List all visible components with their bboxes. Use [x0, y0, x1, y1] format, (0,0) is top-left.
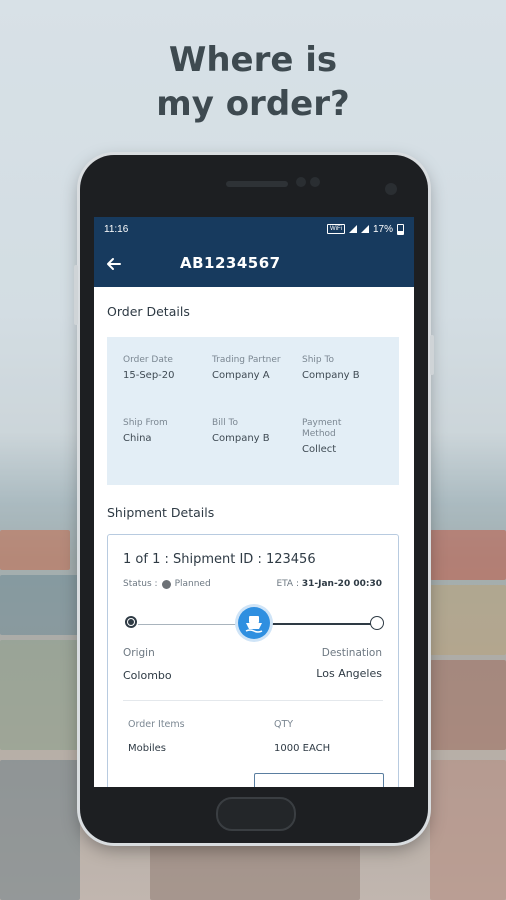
battery-percent: 17% [372, 223, 393, 235]
status-dot-icon [161, 579, 171, 589]
wifi-icon: WiFi [326, 224, 345, 234]
phone-sensor-icon [310, 177, 320, 187]
field-ship-from: Ship From China [123, 418, 213, 444]
destination-value: Los Angeles [316, 667, 382, 680]
app-bar: AB1234567 [94, 241, 414, 287]
destination-label: Destination [321, 647, 382, 659]
field-bill-to: Bill To Company B [212, 418, 302, 444]
eta-value: 31-Jan-20 00:30 [301, 579, 382, 589]
headline: Where is my order? [0, 38, 506, 126]
container-stack [430, 760, 506, 900]
phone-camera-icon [296, 177, 306, 187]
eta-label: ETA : [276, 579, 299, 589]
phone-frame: 11:16 WiFi 17% AB1234567 Order Details O… [74, 155, 434, 843]
origin-node [125, 616, 137, 628]
container-stack [0, 530, 70, 570]
phone-power-button [430, 335, 434, 375]
phone-speaker [226, 181, 288, 187]
container-stack [150, 845, 360, 900]
field-label: Bill To [212, 418, 239, 428]
container-stack [0, 640, 78, 750]
status-bar: 11:16 WiFi 17% [94, 217, 414, 241]
origin-value: Colombo [123, 669, 172, 682]
phone-front-camera-icon [385, 183, 397, 195]
home-button[interactable] [216, 797, 296, 831]
field-order-date: Order Date 15-Sep-20 [123, 355, 213, 381]
qty-value: 1000 EACH [274, 743, 331, 754]
field-trading-partner: Trading Partner Company A [212, 355, 302, 381]
order-items-value: Mobiles [128, 743, 167, 754]
qty-label: QTY [274, 719, 294, 730]
field-value: Company B [302, 370, 360, 381]
signal-icon [348, 225, 357, 233]
field-label: Payment Method [302, 418, 342, 439]
shipment-status: Status : Planned [123, 579, 211, 589]
container-stack [430, 530, 506, 580]
status-time: 11:16 [104, 223, 129, 235]
status-value: Planned [174, 579, 211, 589]
headline-line-2: my order? [156, 84, 350, 124]
shipment-id-value: 123456 [265, 552, 316, 567]
field-value: China [123, 433, 152, 444]
progress-line-done [138, 624, 250, 625]
field-payment-method: Payment Method Collect [302, 418, 362, 455]
container-stack [0, 575, 80, 635]
field-value: 15-Sep-20 [123, 370, 175, 381]
field-value: Company B [212, 433, 270, 444]
progress-line-remaining [268, 623, 378, 625]
status-label: Status : [123, 579, 158, 589]
order-details-heading: Order Details [107, 304, 190, 319]
divider [123, 700, 383, 701]
phone-volume-button [74, 265, 78, 325]
field-label: Trading Partner [212, 355, 281, 365]
shipment-card[interactable]: 1 of 1 : Shipment ID : 123456 Status : P… [107, 534, 399, 787]
shipment-details-heading: Shipment Details [107, 505, 215, 520]
field-value: Company A [212, 370, 270, 381]
origin-label: Origin [123, 647, 155, 659]
container-stack [430, 585, 506, 655]
field-ship-to: Ship To Company B [302, 355, 392, 381]
headline-line-1: Where is [168, 40, 338, 80]
field-label: Ship To [302, 355, 334, 365]
signal-icon-2 [360, 225, 369, 233]
order-details-panel: Order Date 15-Sep-20 Trading Partner Com… [107, 337, 399, 485]
field-label: Ship From [123, 418, 168, 428]
shipment-action-button[interactable] [254, 773, 384, 787]
status-icons: WiFi 17% [326, 223, 404, 235]
field-value: Collect [302, 444, 337, 455]
order-items-label: Order Items [128, 719, 185, 730]
ship-icon [245, 616, 263, 633]
back-arrow-icon[interactable] [104, 254, 124, 274]
field-label: Order Date [123, 355, 173, 365]
destination-node [370, 616, 384, 630]
shipment-header: 1 of 1 : Shipment ID : [123, 552, 266, 567]
shipment-id: 1 of 1 : Shipment ID : 123456 [123, 552, 316, 567]
phone-screen: 11:16 WiFi 17% AB1234567 Order Details O… [94, 217, 414, 787]
container-stack [430, 660, 506, 750]
current-position-node [238, 607, 270, 639]
shipment-eta: ETA : 31-Jan-20 00:30 [276, 579, 382, 589]
page-title: AB1234567 [180, 254, 281, 272]
battery-icon [397, 223, 404, 235]
container-stack [0, 760, 80, 900]
